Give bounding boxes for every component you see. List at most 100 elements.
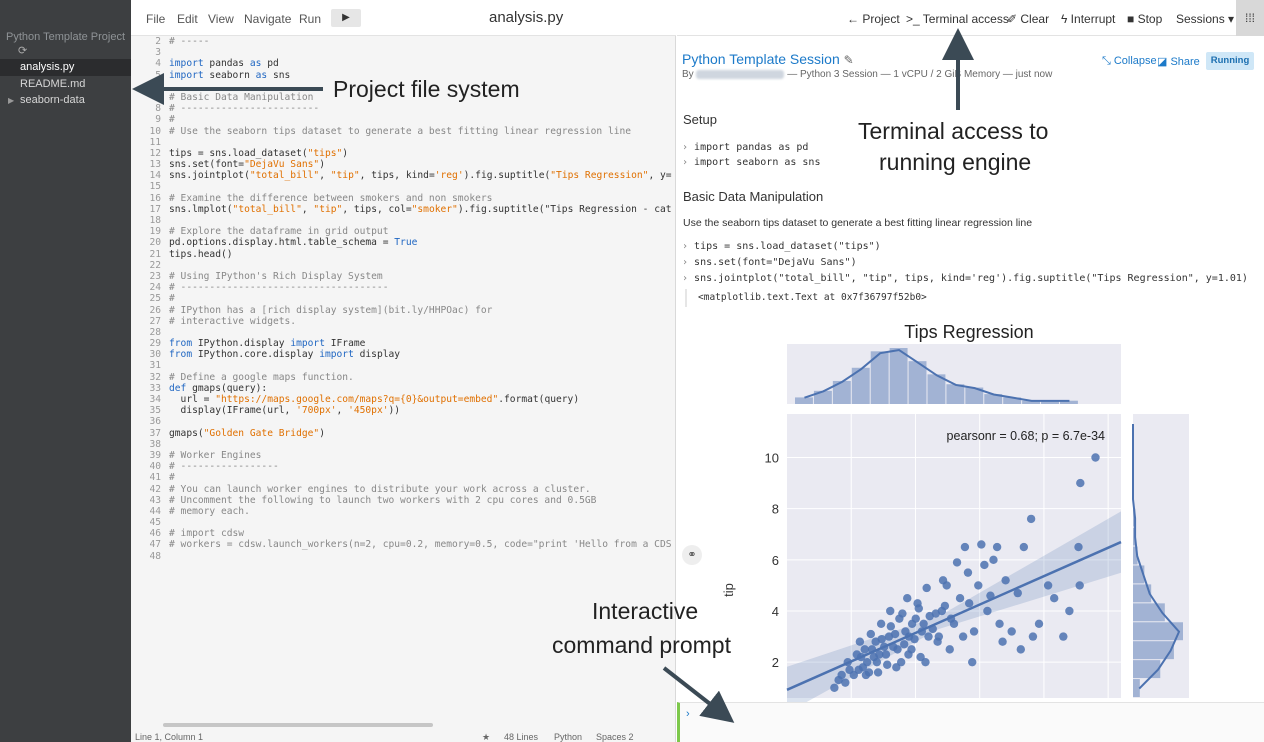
indent-setting[interactable]: Spaces 2: [596, 732, 634, 742]
file-item-analysis[interactable]: analysis.py: [0, 59, 131, 76]
line-text: from IPython.display import IFrame: [169, 338, 366, 350]
file-item-readme[interactable]: README.md: [0, 76, 131, 93]
code-line[interactable]: 31: [131, 360, 676, 371]
language-mode[interactable]: Python: [554, 732, 582, 742]
code-line[interactable]: 41 #: [131, 472, 676, 483]
line-text: tips = sns.load_dataset("tips"): [169, 147, 349, 159]
menu-run[interactable]: Run: [299, 12, 321, 26]
code-line[interactable]: 37 gmaps("Golden Gate Bridge"): [131, 428, 676, 439]
scatter-point: [938, 576, 948, 585]
code-line[interactable]: 9 #: [131, 114, 676, 125]
code-line[interactable]: 27 # interactive widgets.: [131, 316, 676, 327]
line-number: 2: [155, 36, 161, 47]
interrupt-button[interactable]: ϟ Interrupt: [1061, 12, 1115, 26]
link-icon[interactable]: ⚭: [682, 545, 702, 565]
scatter-point: [969, 627, 979, 636]
code-line[interactable]: 23 # Using IPython's Rich Display System: [131, 271, 676, 282]
code-line[interactable]: 35 display(IFrame(url, '700px', '450px')…: [131, 405, 676, 416]
line-number: 33: [149, 382, 161, 394]
scatter-point: [903, 594, 912, 603]
share-button[interactable]: ◪ Share: [1157, 55, 1200, 68]
menu-file[interactable]: File: [146, 12, 165, 26]
line-number: 7: [155, 91, 161, 103]
code-line[interactable]: 4 import pandas as pd: [131, 58, 676, 69]
stop-button[interactable]: ■ Stop: [1127, 12, 1162, 26]
line-text: # import cdsw: [169, 528, 245, 540]
project-title: Python Template Project: [6, 31, 126, 43]
code-line[interactable]: 25 #: [131, 293, 676, 304]
line-number: 44: [149, 505, 161, 517]
code-line[interactable]: 3: [131, 47, 676, 58]
refresh-icon[interactable]: ⟳: [18, 44, 27, 57]
scatter-point: [960, 542, 970, 552]
code-line[interactable]: 11: [131, 137, 676, 148]
code-line[interactable]: 40 # -----------------: [131, 461, 676, 472]
line-number: 3: [155, 47, 161, 59]
session-title[interactable]: Python Template Session ✎: [682, 51, 854, 67]
edit-icon[interactable]: ✎: [844, 53, 854, 67]
code-line[interactable]: 15: [131, 181, 676, 192]
code-line[interactable]: 13 sns.set(font="DejaVu Sans"): [131, 159, 676, 170]
annotation-terminal-2: running engine: [879, 149, 1032, 175]
meta-by: By: [682, 69, 694, 80]
code-line[interactable]: 29 from IPython.display import IFrame: [131, 338, 676, 349]
code-line[interactable]: 24 # ------------------------------------: [131, 282, 676, 293]
folder-item-seaborn-data[interactable]: ▶ seaborn-data: [0, 92, 131, 109]
code-line[interactable]: 19 # Explore the dataframe in grid output: [131, 226, 676, 237]
code-line[interactable]: 34 url = "https://maps.google.com/maps?q…: [131, 394, 676, 405]
code-line[interactable]: 17 sns.lmplot("total_bill", "tip", tips, …: [131, 204, 676, 215]
code-line[interactable]: 8 # ------------------------: [131, 103, 676, 114]
scatter-point: [1065, 606, 1074, 616]
menu-edit[interactable]: Edit: [177, 12, 198, 26]
code-line[interactable]: 42 # You can launch worker engines to dis…: [131, 484, 676, 495]
run-button[interactable]: ▶: [331, 9, 361, 27]
menu-view[interactable]: View: [208, 12, 234, 26]
code-line[interactable]: 33 def gmaps(query):: [131, 383, 676, 394]
code-line[interactable]: 22: [131, 260, 676, 271]
code-line[interactable]: 47 # workers = cdsw.launch_workers(n=2, c…: [131, 539, 676, 550]
code-line[interactable]: 10 # Use the seaborn tips dataset to gene…: [131, 126, 676, 137]
code-line[interactable]: 45: [131, 517, 676, 528]
scatter-point: [854, 665, 863, 675]
command-prompt[interactable]: ›: [677, 702, 1264, 742]
clear-button[interactable]: ✐ Clear: [1007, 12, 1049, 26]
line-text: import seaborn as sns: [169, 69, 291, 81]
collapse-button[interactable]: ⤡ Collapse: [1102, 55, 1157, 68]
line-text: import pandas as pd: [169, 58, 279, 70]
code-line[interactable]: 21 tips.head(): [131, 249, 676, 260]
code-line[interactable]: 16 # Examine the difference between smoke…: [131, 193, 676, 204]
menu-navigate[interactable]: Navigate: [244, 12, 291, 26]
line-number: 32: [149, 371, 161, 383]
star-icon[interactable]: ★: [482, 732, 490, 742]
code-line[interactable]: 20 pd.options.display.html.table_schema =…: [131, 237, 676, 248]
code-line[interactable]: 26 # IPython has a [rich display system](…: [131, 305, 676, 316]
horizontal-scrollbar[interactable]: [163, 723, 433, 727]
code-line[interactable]: 36: [131, 416, 676, 427]
code-line[interactable]: 28: [131, 327, 676, 338]
folder-expand-icon[interactable]: ▶: [8, 92, 14, 109]
sessions-dropdown[interactable]: Sessions ▾: [1176, 12, 1234, 26]
code-line[interactable]: 39 # Worker Engines: [131, 450, 676, 461]
project-button[interactable]: ← Project: [847, 12, 900, 26]
code-line[interactable]: 44 # memory each.: [131, 506, 676, 517]
code-line[interactable]: 18: [131, 215, 676, 226]
code-line[interactable]: 46 # import cdsw: [131, 528, 676, 539]
line-number: 27: [149, 315, 161, 327]
line-text: # ------------------------------------: [169, 282, 389, 294]
code-line[interactable]: 43 # Uncomment the following to launch tw…: [131, 495, 676, 506]
code-line[interactable]: 12 tips = sns.load_dataset("tips"): [131, 148, 676, 159]
line-number: 30: [149, 349, 161, 361]
code-line[interactable]: 2 # -----: [131, 36, 676, 47]
terminal-access-button[interactable]: >_ Terminal access: [906, 12, 1009, 26]
code-line[interactable]: 32 # Define a google maps function.: [131, 372, 676, 383]
y-tick-label: 4: [772, 604, 779, 619]
code-line[interactable]: 14 sns.jointplot("total_bill", "tip", tip…: [131, 170, 676, 181]
code-line[interactable]: 30 from IPython.core.display import displ…: [131, 349, 676, 360]
scatter-point: [886, 606, 895, 616]
session-title-text: Python Template Session: [682, 51, 840, 67]
scatter-point: [895, 614, 904, 623]
code-line[interactable]: 38: [131, 439, 676, 450]
code-line[interactable]: 48: [131, 551, 676, 562]
apps-grid-icon[interactable]: ⁞⁞⁞: [1236, 0, 1264, 36]
scatter-point: [1028, 632, 1038, 641]
